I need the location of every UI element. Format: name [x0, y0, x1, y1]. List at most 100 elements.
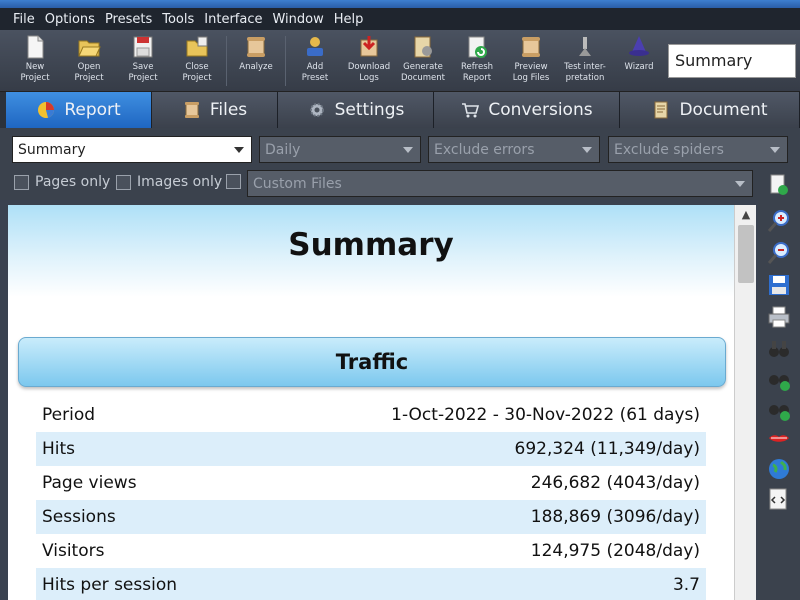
row-value: 1-Oct-2022 - 30-Nov-2022 (61 days) — [391, 405, 700, 425]
menu-presets[interactable]: Presets — [100, 12, 157, 27]
wizard-icon — [629, 36, 649, 56]
tab-bar: Report Files Settings Conversions Docume… — [0, 92, 800, 128]
filter-bar: Summary Daily Exclude errors Exclude spi… — [0, 128, 800, 200]
tab-conversions[interactable]: Conversions — [434, 92, 620, 128]
page-title: Summary — [288, 227, 454, 263]
globe-icon — [769, 459, 789, 479]
tab-settings-label: Settings — [334, 100, 405, 120]
save-disk-icon — [769, 275, 789, 295]
errors-value: Exclude errors — [434, 141, 535, 158]
images-only-checkbox[interactable]: Images only — [116, 174, 222, 190]
close-project-button[interactable]: Close Project — [170, 30, 224, 92]
add-preset-button[interactable]: Add Preset — [288, 30, 342, 92]
generate-document-button[interactable]: Generate Document — [396, 30, 450, 92]
new-project-button[interactable]: New Project — [8, 30, 62, 92]
print-button[interactable] — [764, 302, 794, 332]
row-value: 124,975 (2048/day) — [530, 541, 700, 561]
chevron-down-icon — [770, 147, 780, 153]
tab-settings[interactable]: Settings — [278, 92, 434, 128]
section-header: Traffic — [18, 337, 726, 387]
menu-help[interactable]: Help — [329, 12, 369, 27]
report-content: Summary Traffic Period 1-Oct-2022 - 30-N… — [8, 205, 734, 600]
tab-report-label: Report — [64, 100, 121, 120]
zoom-in-button[interactable] — [764, 206, 794, 236]
checkbox-box — [226, 174, 241, 189]
analyze-button[interactable]: Analyze — [229, 30, 283, 92]
download-logs-icon — [360, 36, 378, 57]
tab-report[interactable]: Report — [6, 92, 152, 128]
open-project-button[interactable]: Open Project — [62, 30, 116, 92]
report-type-dropdown[interactable]: Summary — [12, 136, 252, 163]
report-type-value: Summary — [18, 141, 86, 158]
add-preset-label: Add Preset — [301, 62, 329, 83]
spiders-dropdown[interactable]: Exclude spiders — [608, 136, 788, 163]
chevron-down-icon — [234, 147, 244, 153]
highlight-button[interactable] — [764, 424, 794, 454]
errors-dropdown[interactable]: Exclude errors — [428, 136, 600, 163]
tab-document[interactable]: Document — [620, 92, 800, 128]
tab-files-label: Files — [209, 100, 248, 120]
preview-log-files-label: Preview Log Files — [512, 62, 550, 83]
analyze-label: Analyze — [239, 62, 273, 72]
export-file-icon — [770, 174, 788, 195]
open-project-icon — [78, 40, 101, 57]
close-project-label: Close Project — [182, 62, 212, 83]
find-button[interactable] — [764, 334, 794, 364]
open-project-label: Open Project — [74, 62, 104, 83]
spiders-value: Exclude spiders — [614, 141, 724, 158]
title-strip — [0, 0, 800, 8]
period-dropdown[interactable]: Daily — [259, 136, 421, 163]
custom-files-dropdown[interactable]: Custom Files — [247, 170, 753, 197]
pages-only-checkbox[interactable]: Pages only — [14, 174, 110, 190]
menu-window[interactable]: Window — [267, 12, 328, 27]
test-interpretation-icon — [579, 37, 591, 56]
zoom-in-icon — [767, 210, 789, 232]
close-project-icon — [186, 36, 208, 57]
menu-file[interactable]: File — [8, 12, 40, 27]
preview-log-files-button[interactable]: Preview Log Files — [504, 30, 558, 92]
right-tool-rail — [758, 166, 800, 600]
table-row: Hits per session 3.7 — [36, 568, 706, 600]
find-next-button[interactable] — [764, 364, 794, 394]
scroll-up-button[interactable]: ▲ — [735, 205, 757, 223]
menu-options[interactable]: Options — [40, 12, 100, 27]
find-next-icon — [769, 375, 790, 391]
refresh-report-button[interactable]: Refresh Report — [450, 30, 504, 92]
preview-log-files-icon — [522, 37, 540, 57]
web-button[interactable] — [764, 454, 794, 484]
generate-document-label: Generate Document — [400, 62, 446, 83]
export-file-button[interactable] — [764, 170, 794, 200]
traffic-table: Period 1-Oct-2022 - 30-Nov-2022 (61 days… — [36, 398, 706, 600]
row-value: 3.7 — [672, 575, 700, 595]
new-project-label: New Project — [20, 62, 50, 83]
tab-files[interactable]: Files — [152, 92, 278, 128]
new-project-icon — [27, 35, 44, 59]
vertical-scrollbar[interactable]: ▲ — [734, 205, 756, 600]
menu-tools[interactable]: Tools — [157, 12, 199, 27]
report-selector[interactable]: Summary — [668, 44, 796, 78]
table-row: Page views 246,682 (4043/day) — [36, 466, 706, 500]
row-value: 188,869 (3096/day) — [530, 507, 700, 527]
row-value: 246,682 (4043/day) — [530, 473, 700, 493]
chevron-down-icon — [403, 147, 413, 153]
generate-document-icon — [414, 36, 432, 58]
images-only-label: Images only — [137, 174, 223, 190]
wizard-button[interactable]: Wizard — [612, 30, 666, 92]
cart-icon — [462, 103, 480, 118]
html-code-button[interactable] — [764, 484, 794, 514]
section-title: Traffic — [335, 350, 409, 374]
find-previous-button[interactable] — [764, 394, 794, 424]
save-button[interactable] — [764, 270, 794, 300]
binoculars-icon — [769, 341, 789, 357]
scroll-thumb[interactable] — [738, 225, 754, 283]
custom-files-checkbox[interactable] — [226, 174, 241, 189]
save-project-button[interactable]: Save Project — [116, 30, 170, 92]
zoom-out-button[interactable] — [764, 238, 794, 268]
save-project-label: Save Project — [128, 62, 158, 83]
menu-interface[interactable]: Interface — [199, 12, 267, 27]
row-value: 692,324 (11,349/day) — [514, 439, 700, 459]
test-interpretation-button[interactable]: Test inter- pretation — [558, 30, 612, 92]
analyze-icon — [247, 37, 265, 57]
download-logs-button[interactable]: Download Logs — [342, 30, 396, 92]
download-logs-label: Download Logs — [347, 62, 391, 83]
